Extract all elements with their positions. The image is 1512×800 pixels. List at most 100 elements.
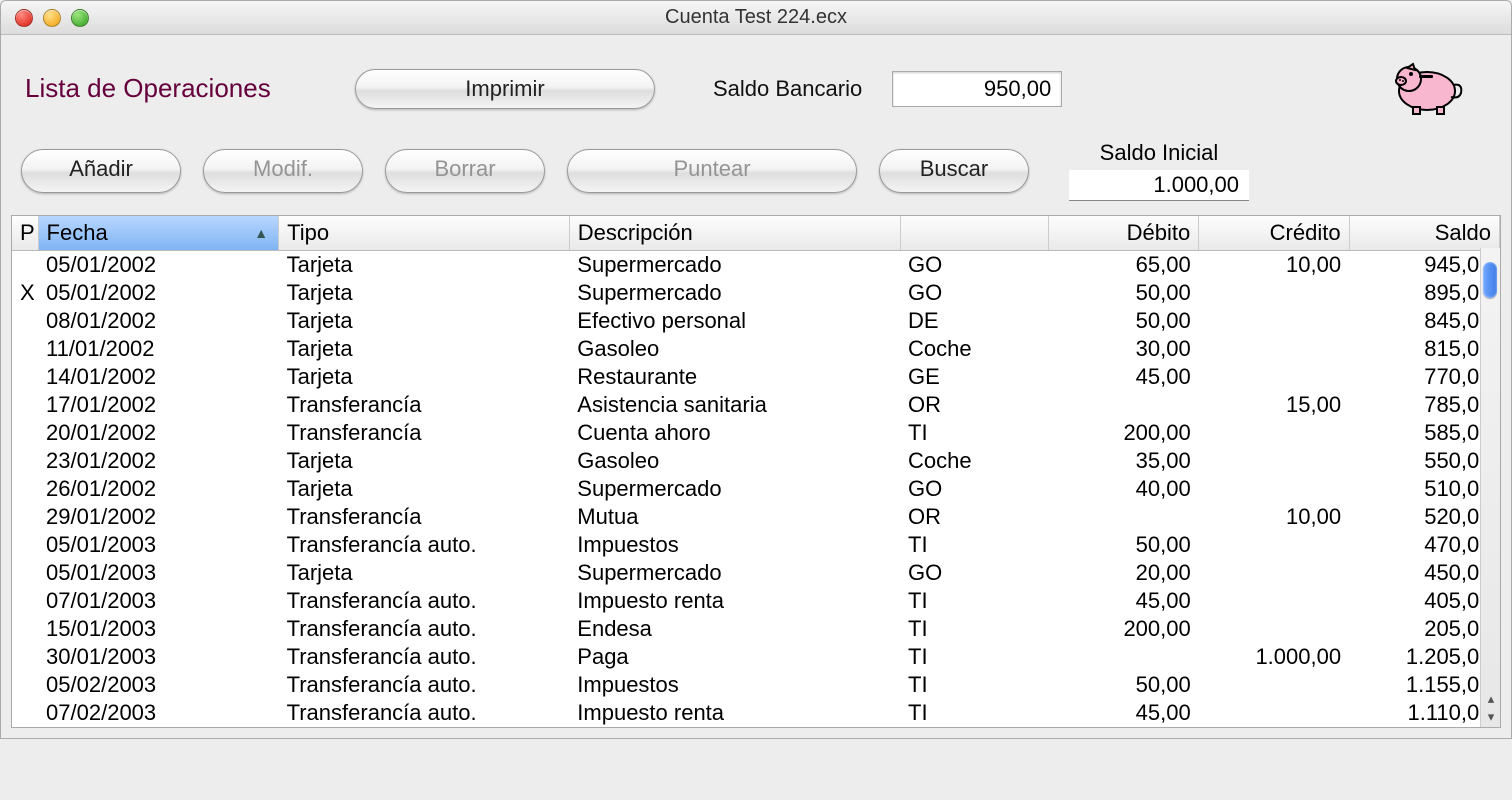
table-row[interactable]: 05/02/2003Transferancía auto.ImpuestosTI… <box>12 671 1500 699</box>
table-row[interactable]: 30/01/2003Transferancía auto.PagaTI1.000… <box>12 643 1500 671</box>
col-header-descripcion[interactable]: Descripción <box>569 216 900 251</box>
cell-credito <box>1199 587 1349 615</box>
modify-button[interactable]: Modif. <box>203 149 363 193</box>
cell-p <box>12 419 38 447</box>
cell-credito <box>1199 279 1349 307</box>
scrollbar[interactable]: ▴ ▾ <box>1480 248 1500 727</box>
col-header-credito[interactable]: Crédito <box>1199 216 1349 251</box>
cell-cat: TI <box>900 531 1048 559</box>
bank-balance-label: Saldo Bancario <box>713 76 862 102</box>
cell-debito: 45,00 <box>1048 699 1198 727</box>
table-row[interactable]: 23/01/2002TarjetaGasoleoCoche35,00550,00 <box>12 447 1500 475</box>
cell-cat: GO <box>900 475 1048 503</box>
cell-debito: 200,00 <box>1048 615 1198 643</box>
cell-desc: Paga <box>569 643 900 671</box>
cell-debito: 50,00 <box>1048 531 1198 559</box>
table-row[interactable]: 14/01/2002TarjetaRestauranteGE45,00770,0… <box>12 363 1500 391</box>
cell-credito <box>1199 363 1349 391</box>
col-header-tipo[interactable]: Tipo <box>279 216 570 251</box>
cell-tipo: Tarjeta <box>279 335 570 363</box>
cell-saldo: 510,00 <box>1349 475 1499 503</box>
cell-fecha: 20/01/2002 <box>38 419 279 447</box>
cell-tipo: Transferancía <box>279 503 570 531</box>
col-header-fecha[interactable]: Fecha <box>38 216 279 251</box>
cell-p <box>12 643 38 671</box>
close-window-button[interactable] <box>15 9 33 27</box>
cell-fecha: 05/01/2003 <box>38 559 279 587</box>
cell-credito: 15,00 <box>1199 391 1349 419</box>
search-button[interactable]: Buscar <box>879 149 1029 193</box>
table-row[interactable]: 20/01/2002TransferancíaCuenta ahoroTI200… <box>12 419 1500 447</box>
table-row[interactable]: 07/02/2003Transferancía auto.Impuesto re… <box>12 699 1500 727</box>
cell-p <box>12 447 38 475</box>
cell-tipo: Transferancía <box>279 419 570 447</box>
cell-debito: 30,00 <box>1048 335 1198 363</box>
cell-saldo: 895,00 <box>1349 279 1499 307</box>
cell-debito: 50,00 <box>1048 307 1198 335</box>
table-row[interactable]: 08/01/2002TarjetaEfectivo personalDE50,0… <box>12 307 1500 335</box>
print-button[interactable]: Imprimir <box>355 69 655 109</box>
cell-cat: DE <box>900 307 1048 335</box>
table-row[interactable]: 26/01/2002TarjetaSupermercadoGO40,00510,… <box>12 475 1500 503</box>
cell-p <box>12 699 38 727</box>
scroll-down-icon[interactable]: ▾ <box>1481 709 1501 727</box>
cell-debito: 50,00 <box>1048 279 1198 307</box>
cell-p <box>12 307 38 335</box>
add-button[interactable]: Añadir <box>21 149 181 193</box>
col-header-debito[interactable]: Débito <box>1048 216 1198 251</box>
cell-p <box>12 475 38 503</box>
cell-fecha: 08/01/2002 <box>38 307 279 335</box>
table-row[interactable]: 15/01/2003Transferancía auto.EndesaTI200… <box>12 615 1500 643</box>
cell-tipo: Transferancía auto. <box>279 643 570 671</box>
zoom-window-button[interactable] <box>71 9 89 27</box>
table-row[interactable]: 17/01/2002TransferancíaAsistencia sanita… <box>12 391 1500 419</box>
cell-debito: 40,00 <box>1048 475 1198 503</box>
table-row[interactable]: 05/01/2003Transferancía auto.ImpuestosTI… <box>12 531 1500 559</box>
cell-p <box>12 559 38 587</box>
cell-debito: 35,00 <box>1048 447 1198 475</box>
cell-p <box>12 671 38 699</box>
scrollbar-thumb[interactable] <box>1483 262 1497 298</box>
minimize-window-button[interactable] <box>43 9 61 27</box>
bank-balance-value[interactable]: 950,00 <box>892 71 1062 107</box>
cell-tipo: Tarjeta <box>279 363 570 391</box>
cell-desc: Mutua <box>569 503 900 531</box>
table-row[interactable]: 29/01/2002TransferancíaMutuaOR10,00520,0… <box>12 503 1500 531</box>
cell-cat: Coche <box>900 447 1048 475</box>
titlebar: Cuenta Test 224.ecx <box>1 1 1511 35</box>
cell-debito <box>1048 643 1198 671</box>
initial-balance-value[interactable]: 1.000,00 <box>1069 170 1249 201</box>
operations-table-wrap: P Fecha Tipo Descripción Débito Crédito … <box>11 215 1501 728</box>
cell-desc: Supermercado <box>569 279 900 307</box>
delete-button[interactable]: Borrar <box>385 149 545 193</box>
cell-cat: OR <box>900 391 1048 419</box>
cell-fecha: 05/01/2003 <box>38 531 279 559</box>
cell-fecha: 14/01/2002 <box>38 363 279 391</box>
table-row[interactable]: 07/01/2003Transferancía auto.Impuesto re… <box>12 587 1500 615</box>
cell-saldo: 520,00 <box>1349 503 1499 531</box>
table-header: P Fecha Tipo Descripción Débito Crédito … <box>12 216 1500 251</box>
table-row[interactable]: 05/01/2003TarjetaSupermercadoGO20,00450,… <box>12 559 1500 587</box>
cell-debito: 45,00 <box>1048 363 1198 391</box>
cell-cat: Coche <box>900 335 1048 363</box>
cell-desc: Cuenta ahoro <box>569 419 900 447</box>
cell-cat: GO <box>900 559 1048 587</box>
cell-fecha: 07/01/2003 <box>38 587 279 615</box>
cell-fecha: 05/01/2002 <box>38 251 279 280</box>
table-row[interactable]: 11/01/2002TarjetaGasoleoCoche30,00815,00 <box>12 335 1500 363</box>
window-controls <box>1 9 89 27</box>
col-header-p[interactable]: P <box>12 216 38 251</box>
col-header-saldo[interactable]: Saldo <box>1349 216 1499 251</box>
cell-tipo: Transferancía auto. <box>279 671 570 699</box>
cell-cat: TI <box>900 419 1048 447</box>
check-button[interactable]: Puntear <box>567 149 857 193</box>
cell-credito <box>1199 419 1349 447</box>
scroll-up-icon[interactable]: ▴ <box>1481 691 1501 709</box>
cell-p <box>12 251 38 280</box>
cell-saldo: 845,00 <box>1349 307 1499 335</box>
cell-debito <box>1048 391 1198 419</box>
initial-balance-group: Saldo Inicial 1.000,00 <box>1069 140 1249 201</box>
table-row[interactable]: 05/01/2002TarjetaSupermercadoGO65,0010,0… <box>12 251 1500 280</box>
table-row[interactable]: X05/01/2002TarjetaSupermercadoGO50,00895… <box>12 279 1500 307</box>
col-header-categoria[interactable] <box>900 216 1048 251</box>
